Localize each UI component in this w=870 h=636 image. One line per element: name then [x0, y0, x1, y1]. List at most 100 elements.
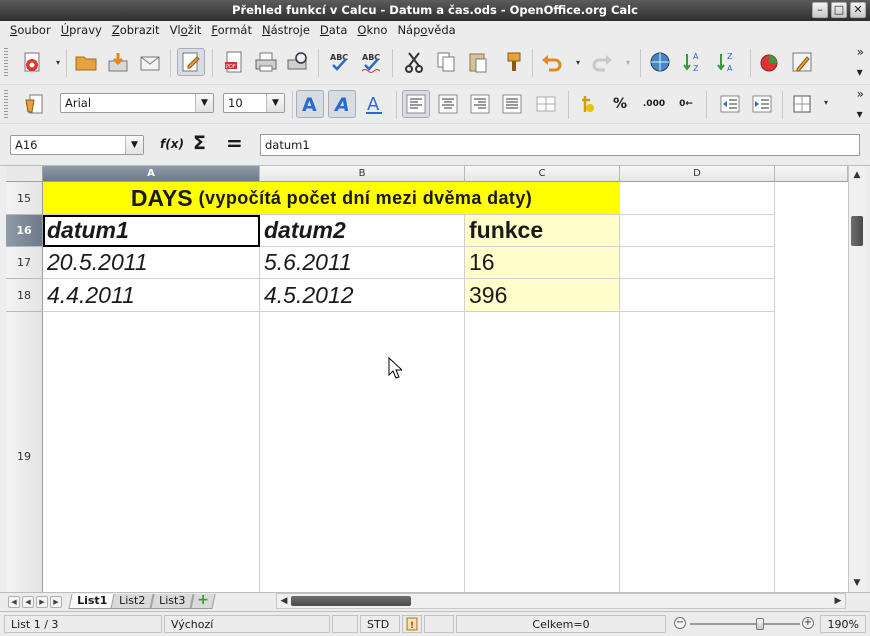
redo-dropdown-icon[interactable]: ▾	[626, 58, 630, 67]
hyperlink-icon[interactable]	[646, 48, 674, 76]
row-header-18[interactable]: 18	[6, 279, 43, 312]
row-header-16[interactable]: 16	[6, 215, 43, 247]
sheet-tab-list3[interactable]: List3	[150, 594, 194, 609]
undo-icon[interactable]	[538, 48, 566, 76]
toolbar-grip[interactable]	[4, 90, 8, 118]
cell-a16[interactable]: datum1	[43, 215, 260, 247]
delete-decimal-button[interactable]: 0←	[672, 90, 700, 118]
scroll-left-icon[interactable]: ◀	[278, 595, 290, 607]
minimize-button[interactable]: –	[812, 2, 828, 18]
last-sheet-icon[interactable]: ▶	[50, 596, 62, 608]
percent-format-button[interactable]: %	[606, 90, 634, 118]
sheet-tab-list2[interactable]: List2	[110, 594, 154, 609]
align-left-icon[interactable]	[402, 90, 430, 118]
cell-b16[interactable]: datum2	[260, 215, 465, 247]
selection-mode[interactable]: STD	[360, 615, 400, 633]
print-icon[interactable]	[252, 48, 280, 76]
justify-icon[interactable]	[498, 90, 526, 118]
cell-c17[interactable]: 16	[465, 247, 620, 279]
cell-b18[interactable]: 4.5.2012	[260, 279, 465, 312]
sort-descending-icon[interactable]: ZA	[714, 48, 742, 76]
scroll-down-icon[interactable]: ▼	[850, 576, 864, 590]
cell-d16[interactable]	[620, 215, 775, 247]
spreadsheet-grid[interactable]: A B C D 15 16 17 18 19 DAYS (vypočítá po…	[6, 166, 848, 592]
maximize-button[interactable]: □	[831, 2, 847, 18]
next-sheet-icon[interactable]: ▶	[36, 596, 48, 608]
redo-icon[interactable]	[588, 48, 616, 76]
cell-c16[interactable]: funkce	[465, 215, 620, 247]
save-icon[interactable]	[104, 48, 132, 76]
font-size-box[interactable]: 10 ▼	[223, 93, 285, 113]
close-button[interactable]: ✕	[850, 2, 866, 18]
add-decimal-button[interactable]: .000	[640, 90, 668, 118]
sum-button[interactable]: Σ	[193, 132, 206, 154]
merge-cells-icon[interactable]	[532, 90, 560, 118]
formula-input[interactable]: datum1	[260, 134, 860, 156]
zoom-slider[interactable]	[690, 623, 800, 625]
vertical-scroll-thumb[interactable]	[851, 216, 863, 246]
cell-a18[interactable]: 4.4.2011	[43, 279, 260, 312]
insert-mode-field[interactable]	[332, 615, 358, 633]
vertical-scrollbar[interactable]: ▲ ▼	[848, 166, 865, 592]
row-header-19[interactable]: 19	[6, 312, 43, 592]
name-box[interactable]: A16 ▼	[10, 135, 144, 155]
scroll-right-icon[interactable]: ▶	[832, 595, 844, 607]
column-header-d[interactable]: D	[620, 166, 775, 182]
chevron-down-icon[interactable]: ▼	[195, 94, 213, 112]
align-right-icon[interactable]	[466, 90, 494, 118]
show-draw-functions-icon[interactable]	[788, 48, 816, 76]
open-folder-icon[interactable]	[72, 48, 100, 76]
menu-item[interactable]: Úpravy	[57, 21, 108, 41]
column-header-b[interactable]: B	[260, 166, 465, 182]
toolbar-overflow-icon[interactable]: » ▾	[857, 88, 864, 120]
digital-signature-field[interactable]	[424, 615, 454, 633]
increase-indent-icon[interactable]	[748, 90, 776, 118]
menu-item[interactable]: Data	[316, 21, 353, 41]
first-sheet-icon[interactable]: ◀	[8, 596, 20, 608]
edit-file-icon[interactable]	[177, 48, 205, 76]
horizontal-scroll-thumb[interactable]	[291, 596, 411, 606]
row-header-15[interactable]: 15	[6, 182, 43, 215]
currency-format-icon[interactable]	[574, 90, 602, 118]
menu-item[interactable]: Vložit	[166, 21, 208, 41]
column-header-c[interactable]: C	[465, 166, 620, 182]
underline-icon[interactable]: A	[360, 90, 388, 118]
menu-item[interactable]: Soubor	[6, 21, 57, 41]
insert-chart-icon[interactable]	[756, 48, 784, 76]
toolbar-grip[interactable]	[4, 48, 8, 76]
select-all-corner[interactable]	[6, 166, 43, 182]
sort-ascending-icon[interactable]: AZ	[680, 48, 708, 76]
menu-item[interactable]: Okno	[353, 21, 393, 41]
cell-a17[interactable]: 20.5.2011	[43, 247, 260, 279]
toolbar-overflow-icon[interactable]: » ▾	[857, 46, 864, 78]
bold-icon[interactable]: A	[296, 90, 324, 118]
clone-formatting-icon[interactable]	[500, 48, 528, 76]
add-sheet-button[interactable]: +	[190, 592, 216, 609]
email-icon[interactable]	[136, 48, 164, 76]
horizontal-scrollbar[interactable]: ◀ ▶	[276, 593, 846, 609]
export-pdf-icon[interactable]: PDF	[220, 48, 248, 76]
prev-sheet-icon[interactable]: ◀	[22, 596, 34, 608]
autospellcheck-icon[interactable]: ABC	[358, 48, 386, 76]
zoom-slider-handle[interactable]	[756, 618, 764, 630]
new-document-icon[interactable]	[18, 48, 46, 76]
formula-button[interactable]: =	[226, 131, 243, 155]
cell-c18[interactable]: 396	[465, 279, 620, 312]
menu-item[interactable]: Formát	[207, 21, 258, 41]
copy-icon[interactable]	[432, 48, 460, 76]
cell-d18[interactable]	[620, 279, 775, 312]
column-header-a[interactable]: A	[43, 166, 260, 182]
cell-d17[interactable]	[620, 247, 775, 279]
print-preview-icon[interactable]	[284, 48, 312, 76]
cell-b17[interactable]: 5.6.2011	[260, 247, 465, 279]
new-dropdown-icon[interactable]: ▾	[56, 58, 60, 67]
borders-dropdown-icon[interactable]: ▾	[824, 98, 828, 107]
align-center-icon[interactable]	[434, 90, 462, 118]
title-merged-cell[interactable]: DAYS (vypočítá počet dní mezi dvěma daty…	[43, 182, 620, 215]
function-wizard-button[interactable]: f(x)	[160, 137, 184, 151]
row-header-17[interactable]: 17	[6, 247, 43, 279]
menu-item[interactable]: Nápověda	[393, 21, 461, 41]
menu-item[interactable]: Zobrazit	[108, 21, 166, 41]
sheet-tab-list1[interactable]: List1	[68, 594, 116, 609]
column-header-e[interactable]	[775, 166, 848, 182]
